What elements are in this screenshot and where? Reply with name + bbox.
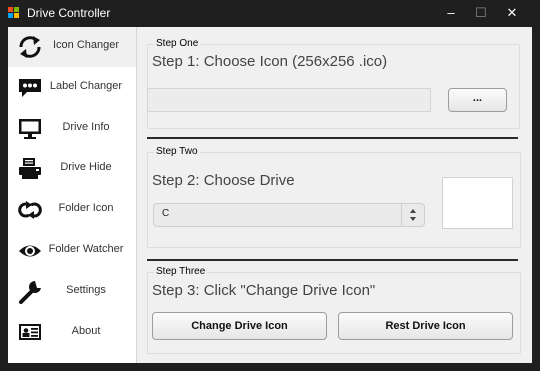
sidebar-item-label: Folder Icon bbox=[58, 202, 114, 214]
title-bar[interactable]: Drive Controller – ☐ ✕ bbox=[0, 0, 540, 27]
sidebar-item-label: Drive Hide bbox=[60, 161, 112, 173]
group-legend: Step Two bbox=[154, 146, 200, 157]
client-area: Icon Changer Label Changer Drive Info Dr… bbox=[8, 27, 532, 363]
sidebar-item-about[interactable]: About bbox=[8, 313, 136, 353]
sidebar-item-icon-changer[interactable]: Icon Changer bbox=[8, 27, 136, 67]
change-drive-icon-button[interactable]: Change Drive Icon bbox=[152, 312, 327, 340]
step-three-title: Step 3: Click "Change Drive Icon" bbox=[152, 282, 376, 299]
browse-button[interactable]: ... bbox=[448, 88, 507, 112]
close-button[interactable]: ✕ bbox=[497, 0, 527, 27]
group-legend: Step Three bbox=[154, 266, 208, 277]
app-window: Drive Controller – ☐ ✕ Icon Changer Labe… bbox=[0, 0, 540, 371]
drive-icon-preview bbox=[442, 177, 513, 229]
step-two-title: Step 2: Choose Drive bbox=[152, 172, 295, 189]
sidebar-item-settings[interactable]: Settings bbox=[8, 272, 136, 312]
drive-select-value: C bbox=[162, 208, 170, 219]
sidebar-item-label: Settings bbox=[66, 284, 106, 296]
sidebar-item-label: Label Changer bbox=[49, 80, 123, 92]
main-panel: Step One Step 1: Choose Icon (256x256 .i… bbox=[137, 27, 532, 363]
sidebar-item-label: Icon Changer bbox=[52, 39, 120, 51]
separator bbox=[147, 259, 518, 261]
reset-drive-icon-button[interactable]: Rest Drive Icon bbox=[338, 312, 513, 340]
sidebar-item-label: Drive Info bbox=[62, 121, 110, 133]
drive-select[interactable]: C bbox=[153, 203, 425, 227]
sidebar-item-label: About bbox=[71, 325, 101, 337]
sidebar-item-folder-icon[interactable]: Folder Icon bbox=[8, 190, 136, 230]
step-one-title: Step 1: Choose Icon (256x256 .ico) bbox=[152, 53, 388, 70]
sidebar-item-label-changer[interactable]: Label Changer bbox=[8, 68, 136, 108]
group-legend: Step One bbox=[154, 38, 201, 49]
sidebar-item-label: Folder Watcher bbox=[48, 243, 124, 255]
updown-arrows-icon[interactable] bbox=[401, 204, 424, 226]
sidebar-item-drive-info[interactable]: Drive Info bbox=[8, 109, 136, 149]
minimize-button[interactable]: – bbox=[436, 0, 466, 27]
app-logo-icon bbox=[8, 7, 20, 19]
sidebar-item-drive-hide[interactable]: Drive Hide bbox=[8, 149, 136, 189]
icon-path-input[interactable] bbox=[147, 88, 431, 112]
window-title: Drive Controller bbox=[27, 6, 111, 20]
maximize-button[interactable]: ☐ bbox=[466, 0, 496, 27]
separator bbox=[147, 137, 518, 139]
sidebar-item-folder-watcher[interactable]: Folder Watcher bbox=[8, 231, 136, 271]
sidebar: Icon Changer Label Changer Drive Info Dr… bbox=[8, 27, 137, 363]
